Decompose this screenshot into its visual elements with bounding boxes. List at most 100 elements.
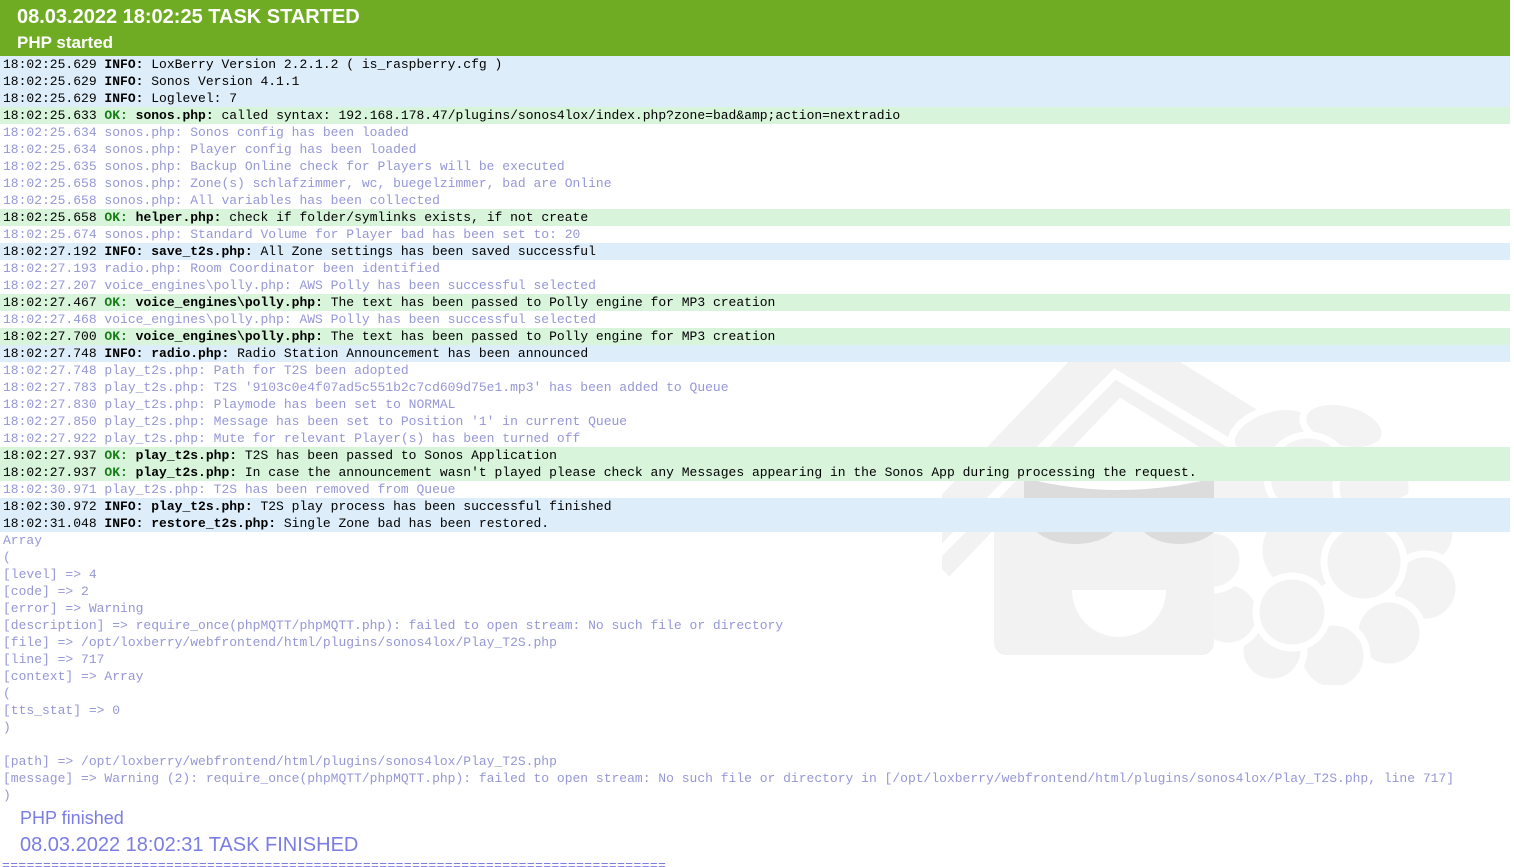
task-finished-title: 08.03.2022 18:02:31 TASK FINISHED	[20, 834, 359, 856]
log-msg: [code] => 2	[3, 584, 89, 599]
log-line: 18:02:25.629 INFO: Sonos Version 4.1.1	[0, 73, 1510, 90]
log-script: voice_engines\polly.php:	[135, 329, 331, 344]
log-msg: )	[3, 788, 11, 803]
log-line: 18:02:25.634 sonos.php: Sonos config has…	[0, 124, 1510, 141]
log-line: [tts_stat] => 0	[0, 702, 1510, 719]
log-script: save_t2s.php:	[151, 244, 261, 259]
log-time: 18:02:25.629	[3, 74, 105, 89]
log-msg: [tts_stat] => 0	[3, 703, 121, 718]
log-msg: play_t2s.php: Message has been set to Po…	[104, 414, 628, 429]
log-time: 18:02:25.633	[3, 108, 105, 123]
log-content: 08.03.2022 18:02:25 TASK STARTED PHP sta…	[0, 0, 1510, 867]
log-area: 18:02:25.629 INFO: LoxBerry Version 2.2.…	[0, 56, 1510, 804]
log-script: play_t2s.php:	[151, 499, 261, 514]
log-time: 18:02:27.850	[3, 414, 105, 429]
log-time: 18:02:30.971	[3, 482, 105, 497]
log-time: 18:02:27.700	[3, 329, 105, 344]
log-msg: radio.php: Room Coordinator been identif…	[104, 261, 440, 276]
log-msg: The text has been passed to Polly engine…	[330, 329, 776, 344]
log-msg: voice_engines\polly.php: AWS Polly has b…	[104, 278, 596, 293]
log-line: 18:02:25.629 INFO: LoxBerry Version 2.2.…	[0, 56, 1510, 73]
log-msg: Radio Station Announcement has been anno…	[237, 346, 589, 361]
log-msg: play_t2s.php: Mute for relevant Player(s…	[104, 431, 581, 446]
log-msg: sonos.php: Standard Volume for Player ba…	[104, 227, 581, 242]
log-time: 18:02:25.634	[3, 125, 105, 140]
log-msg: [message] => Warning (2): require_once(p…	[3, 771, 1455, 786]
log-line: 18:02:25.635 sonos.php: Backup Online ch…	[0, 158, 1510, 175]
log-msg: [level] => 4	[3, 567, 97, 582]
log-time: 18:02:25.658	[3, 176, 105, 191]
task-started-title: 08.03.2022 18:02:25 TASK STARTED	[17, 6, 360, 28]
log-script: radio.php:	[151, 346, 238, 361]
log-msg: [line] => 717	[3, 652, 105, 667]
log-line: 18:02:27.937 OK: play_t2s.php: In case t…	[0, 464, 1510, 481]
log-line: [description] => require_once(phpMQTT/ph…	[0, 617, 1510, 634]
log-msg: T2S has been passed to Sonos Application	[244, 448, 557, 463]
log-time: 18:02:27.468	[3, 312, 105, 327]
log-line: 18:02:25.658 OK: helper.php: check if fo…	[0, 209, 1510, 226]
log-line: 18:02:30.972 INFO: play_t2s.php: T2S pla…	[0, 498, 1510, 515]
log-level: OK:	[104, 329, 136, 344]
log-line: 18:02:27.850 play_t2s.php: Message has b…	[0, 413, 1510, 430]
log-line: 18:02:27.193 radio.php: Room Coordinator…	[0, 260, 1510, 277]
log-line: 18:02:27.748 play_t2s.php: Path for T2S …	[0, 362, 1510, 379]
log-msg: LoxBerry Version 2.2.1.2 ( is_raspberry.…	[151, 57, 503, 72]
log-line: (	[0, 549, 1510, 566]
log-msg: Loglevel: 7	[151, 91, 238, 106]
log-time: 18:02:25.635	[3, 159, 105, 174]
log-line: )	[0, 719, 1510, 736]
log-time: 18:02:25.629	[3, 91, 105, 106]
log-time: 18:02:27.192	[3, 244, 105, 259]
log-level: INFO:	[104, 74, 152, 89]
log-level: OK:	[104, 465, 136, 480]
log-msg: play_t2s.php: Path for T2S been adopted	[104, 363, 409, 378]
log-msg: sonos.php: Zone(s) schlafzimmer, wc, bue…	[104, 176, 612, 191]
log-line: [error] => Warning	[0, 600, 1510, 617]
log-line: 18:02:27.468 voice_engines\polly.php: AW…	[0, 311, 1510, 328]
log-time: 18:02:30.972	[3, 499, 105, 514]
log-time: 18:02:25.674	[3, 227, 105, 242]
log-line: 18:02:25.674 sonos.php: Standard Volume …	[0, 226, 1510, 243]
log-line: 18:02:25.658 sonos.php: Zone(s) schlafzi…	[0, 175, 1510, 192]
log-level: INFO:	[104, 91, 152, 106]
log-level: OK:	[104, 108, 136, 123]
log-msg: play_t2s.php: Playmode has been set to N…	[104, 397, 456, 412]
log-msg: sonos.php: Player config has been loaded	[104, 142, 417, 157]
log-script: play_t2s.php:	[135, 448, 245, 463]
log-line: 18:02:25.629 INFO: Loglevel: 7	[0, 90, 1510, 107]
log-msg: Array	[3, 533, 43, 548]
log-level: OK:	[104, 295, 136, 310]
log-msg: The text has been passed to Polly engine…	[330, 295, 776, 310]
log-level: OK:	[104, 210, 136, 225]
log-time: 18:02:27.748	[3, 363, 105, 378]
log-msg: (	[3, 686, 11, 701]
log-line: (	[0, 685, 1510, 702]
log-line: [code] => 2	[0, 583, 1510, 600]
log-time: 18:02:27.207	[3, 278, 105, 293]
task-footer: PHP finished 08.03.2022 18:02:31 TASK FI…	[0, 804, 1510, 867]
log-line: 18:02:27.783 play_t2s.php: T2S '9103c0e4…	[0, 379, 1510, 396]
log-level: OK:	[104, 448, 136, 463]
log-msg: [file] => /opt/loxberry/webfrontend/html…	[3, 635, 557, 650]
log-viewer-page: 08.03.2022 18:02:25 TASK STARTED PHP sta…	[0, 0, 1514, 867]
log-line: [path] => /opt/loxberry/webfrontend/html…	[0, 753, 1510, 770]
log-line: [context] => Array	[0, 668, 1510, 685]
log-time: 18:02:27.937	[3, 465, 105, 480]
log-time: 18:02:27.922	[3, 431, 105, 446]
log-msg: )	[3, 720, 11, 735]
log-msg: All Zone settings has been saved success…	[260, 244, 596, 259]
php-started-label: PHP started	[17, 33, 114, 52]
log-line: )	[0, 787, 1510, 804]
log-script: sonos.php:	[135, 108, 222, 123]
log-msg: sonos.php: Sonos config has been loaded	[104, 125, 409, 140]
log-msg: [description] => require_once(phpMQTT/ph…	[3, 618, 784, 633]
log-line: 18:02:25.634 sonos.php: Player config ha…	[0, 141, 1510, 158]
task-header: 08.03.2022 18:02:25 TASK STARTED PHP sta…	[0, 0, 1510, 56]
log-line: [line] => 717	[0, 651, 1510, 668]
log-level: INFO:	[104, 57, 152, 72]
log-line: 18:02:27.192 INFO: save_t2s.php: All Zon…	[0, 243, 1510, 260]
log-line: 18:02:27.207 voice_engines\polly.php: AW…	[0, 277, 1510, 294]
log-script: voice_engines\polly.php:	[135, 295, 331, 310]
separator-line: ========================================…	[2, 858, 667, 867]
